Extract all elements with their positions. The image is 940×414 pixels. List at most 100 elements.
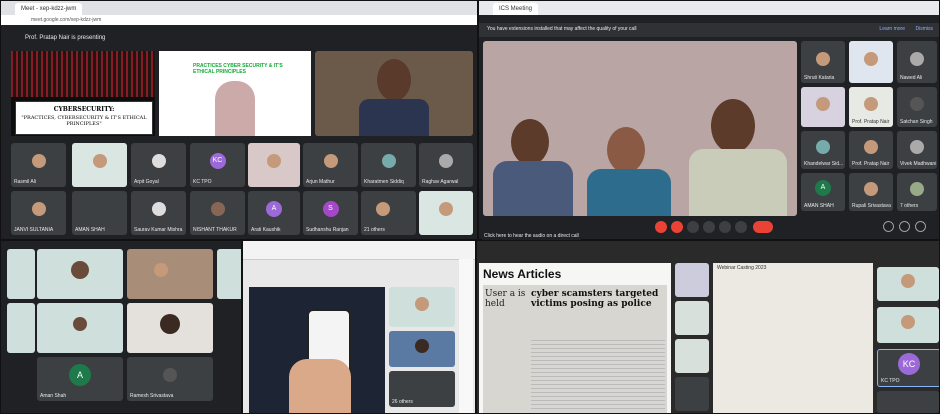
browser-tab-bar: ICS Meeting — [479, 1, 939, 15]
avatar — [816, 96, 830, 111]
person-left-face — [511, 119, 549, 165]
participant-tile[interactable]: Vivek Madhwani — [897, 131, 937, 169]
learn-more-link[interactable]: Learn more — [879, 26, 905, 32]
shared-screen — [249, 287, 385, 413]
avatar — [816, 139, 830, 154]
participant-tile[interactable] — [389, 287, 455, 327]
participant-tile[interactable]: Prof. Pratap Nair — [849, 131, 893, 169]
participant-tile[interactable]: NISHANT THAKUR — [190, 191, 245, 235]
avatar — [154, 263, 169, 277]
avatar — [73, 317, 87, 331]
presentation-slide-1: CYBERSECURITY: "PRACTICES, CYBERSECURITY… — [11, 51, 155, 136]
participant-name: Prof. Pratap Nair — [852, 161, 890, 167]
avatar — [864, 181, 878, 196]
participant-tile[interactable]: JANVI SULTANIA — [11, 191, 66, 235]
participant-tile[interactable]: Saurav Kumar Mishra — [131, 191, 186, 235]
participant-tile[interactable] — [877, 267, 939, 301]
participant-name: Arati Kaushik — [251, 227, 281, 233]
participant-tile[interactable] — [675, 377, 709, 411]
participant-tile[interactable]: Shruti Kataria — [801, 41, 845, 83]
participant-tile[interactable]: Arjun Mathur — [303, 143, 358, 187]
camera-button[interactable] — [671, 221, 683, 233]
participant-name: Vivek Madhwani — [900, 161, 937, 167]
participant-tile[interactable] — [72, 143, 127, 187]
browser-tab[interactable]: ICS Meeting — [493, 3, 539, 15]
participant-tile[interactable]: A Aman Shah — [37, 357, 123, 401]
participant-name: Kharatmen Siddiq — [364, 179, 404, 185]
participant-tile[interactable]: KC KC TPO — [190, 143, 245, 187]
chat-icon[interactable] — [915, 221, 926, 232]
avatar — [71, 261, 89, 279]
participant-tile[interactable]: Prof. Pratap Nair — [849, 87, 893, 127]
participant-tile[interactable]: 7 others — [897, 173, 937, 211]
participant-tile[interactable] — [37, 303, 123, 353]
people-icon[interactable] — [899, 221, 910, 232]
participant-tile[interactable]: Nawed Ali — [897, 41, 937, 83]
person-right-face — [711, 99, 755, 153]
avatar: A — [266, 200, 282, 217]
participant-tile[interactable] — [849, 41, 893, 83]
participant-tile[interactable]: Arpit Goyal — [131, 143, 186, 187]
avatar — [901, 274, 915, 289]
avatar — [901, 315, 915, 330]
participant-tile[interactable] — [389, 331, 455, 367]
participant-tile[interactable]: A AMAN SHAH — [801, 173, 845, 211]
news-heading: News Articles — [483, 267, 562, 281]
participant-name: 7 others — [900, 203, 919, 209]
participant-tile[interactable]: A Arati Kaushik — [248, 191, 300, 235]
participant-tile[interactable]: 26 others — [389, 371, 455, 407]
captions-button[interactable] — [687, 221, 699, 233]
participant-tile[interactable]: Raghav Agarwal — [419, 143, 473, 187]
mic-button[interactable] — [655, 221, 667, 233]
participant-tile[interactable] — [877, 307, 939, 343]
participant-tile[interactable] — [7, 249, 35, 299]
news-left-snippet: User a is held — [485, 289, 526, 309]
dismiss-link[interactable]: Dismiss — [916, 26, 934, 32]
participant-tile[interactable] — [877, 391, 939, 413]
end-call-button[interactable] — [753, 221, 773, 233]
participant-tile[interactable] — [675, 339, 709, 373]
avatar — [163, 368, 177, 383]
participant-tile[interactable] — [217, 249, 241, 299]
raise-hand-button[interactable] — [719, 221, 731, 233]
avatar — [439, 202, 453, 217]
participant-name: Prof. Pratap Nair — [852, 119, 890, 125]
direct-call-note[interactable]: Click here to hear the audio on a direct… — [482, 232, 581, 240]
participant-name: 21 others — [364, 227, 385, 233]
participant-tile[interactable]: AMAN SHAH — [72, 191, 127, 235]
slide-text-box: CYBERSECURITY: "PRACTICES, CYBERSECURITY… — [15, 101, 153, 135]
present-button[interactable] — [703, 221, 715, 233]
participant-tile[interactable] — [675, 263, 709, 297]
avatar — [415, 296, 429, 311]
avatar: S — [322, 200, 339, 217]
participant-tile[interactable]: Rasmil Ali — [11, 143, 66, 187]
info-icon[interactable] — [883, 221, 894, 232]
meet-window-bottom-right: News Articles User a is held cyber scams… — [476, 240, 940, 414]
participant-tile[interactable] — [801, 87, 845, 127]
extension-warning-bar: You have extensions installed that may a… — [479, 23, 939, 37]
participant-tile[interactable] — [248, 143, 300, 187]
side-toolbar — [459, 259, 473, 413]
participant-tile[interactable]: Kharatmen Siddiq — [361, 143, 416, 187]
participant-tile[interactable]: Satchan Singh — [897, 87, 937, 127]
participant-tile[interactable]: Khandelwar Sid... — [801, 131, 845, 169]
participant-tile[interactable]: Ramesh Srivastava — [127, 357, 213, 401]
more-options-button[interactable] — [735, 221, 747, 233]
participant-tile[interactable] — [127, 303, 213, 353]
participant-tile[interactable] — [419, 191, 473, 235]
participant-tile[interactable]: Rupali Srivastava — [849, 173, 893, 211]
avatar — [381, 154, 396, 169]
participant-tile[interactable] — [7, 303, 35, 353]
participant-tile[interactable]: KC KC TPO — [877, 349, 939, 387]
participant-tile[interactable] — [675, 301, 709, 335]
url-bar[interactable]: meet.google.com/xep-kdzz-jwm — [1, 15, 477, 25]
participant-name: Rasmil Ali — [14, 179, 36, 185]
avatar — [151, 154, 166, 169]
participant-tile[interactable] — [127, 249, 213, 299]
avatar — [864, 51, 878, 66]
participant-tile[interactable] — [37, 249, 123, 299]
participant-tile[interactable]: S Sudhanshu Ranjan — [303, 191, 358, 235]
avatar — [910, 96, 924, 111]
participant-tile[interactable]: 21 others — [361, 191, 416, 235]
browser-tab[interactable]: Meet - xep-kdzz-jwm — [15, 3, 83, 15]
